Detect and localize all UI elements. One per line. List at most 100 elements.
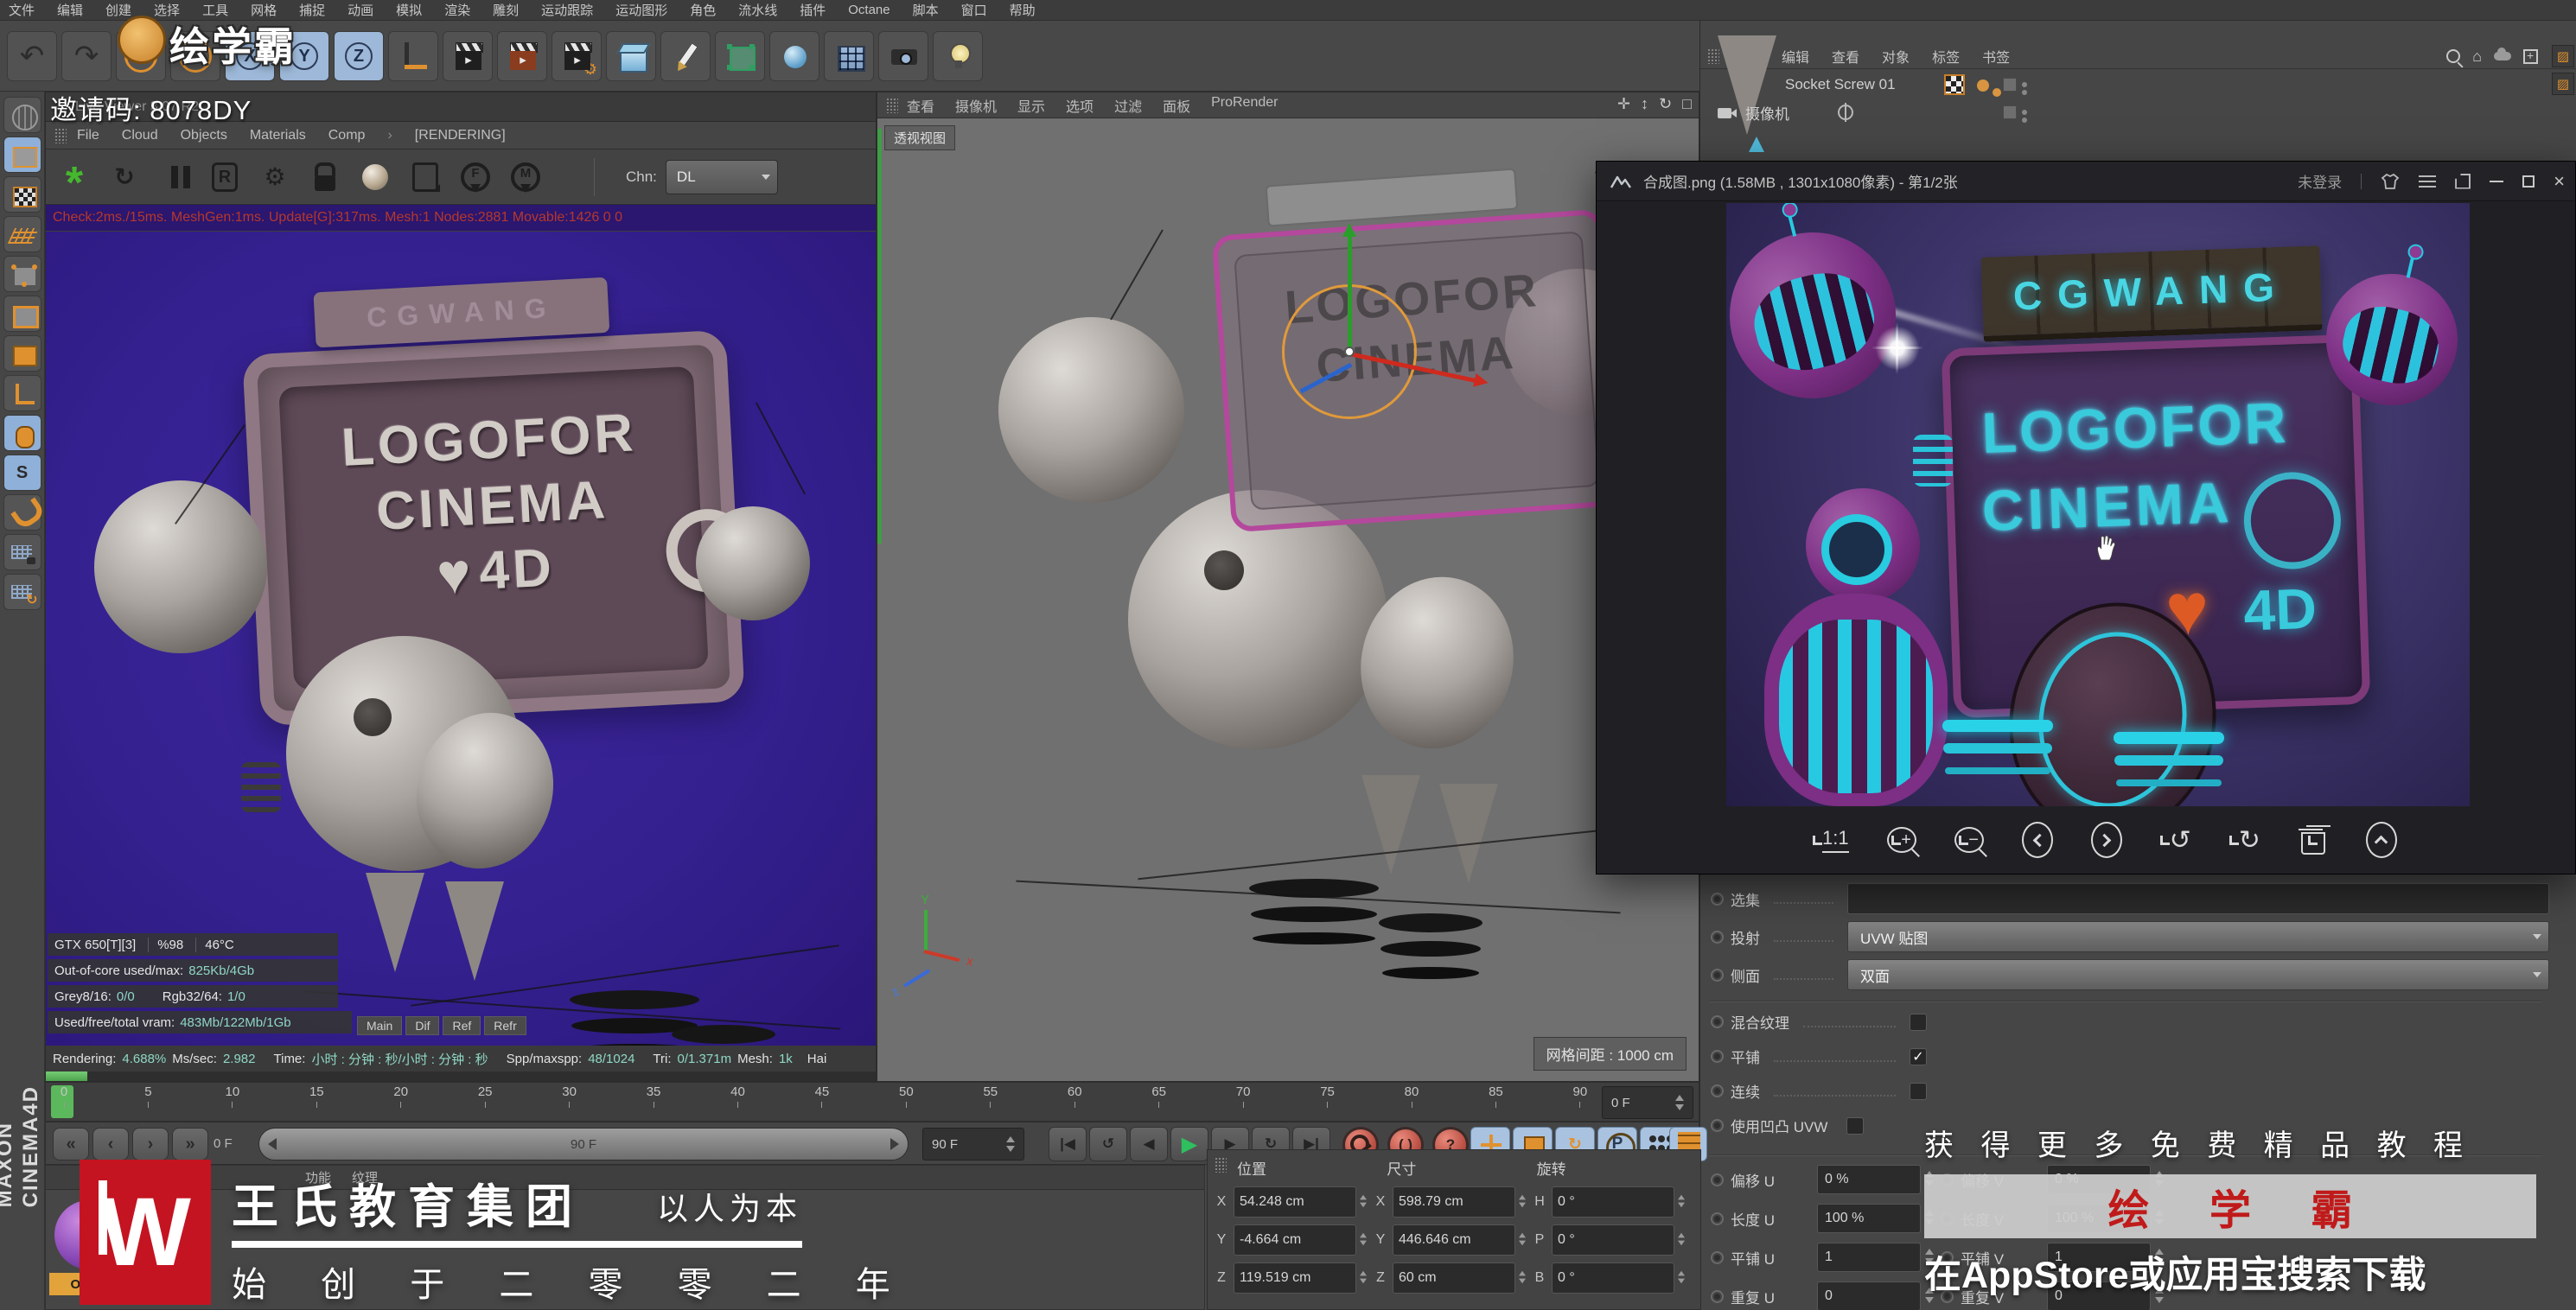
zoom-1to1-button[interactable]: 1:1	[1813, 823, 1849, 857]
u-value-field[interactable]: 100 %	[1817, 1204, 1921, 1233]
octane-menu-item[interactable]: Objects	[181, 128, 227, 143]
viewport-menu-item[interactable]: 摄像机	[955, 95, 997, 116]
radio-icon[interactable]	[1711, 1050, 1724, 1063]
viewport-menu-item[interactable]: ProRender	[1211, 95, 1278, 116]
light-button[interactable]	[933, 31, 983, 81]
u-value-field[interactable]: 1	[1817, 1243, 1921, 1272]
volume-sphere-button[interactable]	[769, 31, 819, 81]
pass-tab[interactable]: Main	[357, 1016, 402, 1035]
redo-icon[interactable]: ↷	[61, 31, 112, 81]
stepper-icon[interactable]	[1006, 1136, 1015, 1152]
render-settings-button[interactable]: ⚙	[552, 31, 602, 81]
perspective-viewport[interactable]: 查看摄像机显示选项过滤面板ProRender ✛↕↻□ 透视视图 LOGOFOR…	[877, 92, 1699, 1082]
radio-icon[interactable]	[1711, 893, 1724, 906]
rotation-field[interactable]: 0 °	[1552, 1224, 1674, 1256]
menu-item[interactable]: Octane	[848, 3, 889, 17]
goto-start-button[interactable]: |◀	[1049, 1127, 1087, 1161]
visibility-dots[interactable]	[2003, 105, 2027, 119]
position-field[interactable]: 54.248 cm	[1234, 1186, 1356, 1218]
menu-item[interactable]: 创建	[105, 1, 131, 19]
object-manager-menu-item[interactable]: 标签	[1932, 46, 1960, 67]
stepper-icon[interactable]	[1360, 1195, 1367, 1207]
minimize-icon[interactable]	[2490, 181, 2503, 182]
pass-tab[interactable]: Dif	[405, 1016, 439, 1035]
octane-menu-item[interactable]: Materials	[250, 128, 306, 143]
channel-select[interactable]: DL	[666, 160, 778, 194]
octane-menu-item[interactable]: Cloud	[122, 128, 158, 143]
radio-icon[interactable]	[1711, 969, 1724, 982]
focus-picker-icon[interactable]: F	[459, 161, 492, 194]
menu-item[interactable]: 帮助	[1010, 1, 1036, 19]
camera-button[interactable]	[878, 31, 928, 81]
side-select[interactable]: 双面	[1847, 959, 2549, 990]
axis-mode-icon[interactable]	[3, 375, 41, 411]
radio-icon[interactable]	[1711, 1173, 1724, 1186]
prev-image-icon[interactable]	[2022, 822, 2053, 858]
radio-icon[interactable]	[1711, 1084, 1724, 1097]
edges-mode-icon[interactable]	[3, 296, 41, 332]
fullscreen-icon[interactable]	[2455, 174, 2471, 189]
menu-item[interactable]: 雕刻	[493, 1, 519, 19]
lock-workplane-icon[interactable]	[3, 534, 41, 570]
workplane-icon[interactable]	[3, 216, 41, 252]
viewport-menu-item[interactable]: 查看	[907, 95, 934, 116]
stepper-icon[interactable]	[1675, 1095, 1684, 1110]
preview-range-slider[interactable]: 90 F	[258, 1128, 909, 1161]
menu-item[interactable]: 插件	[800, 1, 826, 19]
visibility-dots[interactable]	[2003, 78, 2027, 92]
radio-icon[interactable]	[1711, 931, 1724, 944]
theme-skin-icon[interactable]	[2381, 173, 2400, 190]
viewport-menu-item[interactable]: 显示	[1017, 95, 1045, 116]
primitive-cube-button[interactable]	[606, 31, 656, 81]
u-value-field[interactable]: 0	[1817, 1281, 1921, 1310]
render-view-button[interactable]	[443, 31, 493, 81]
zoom-in-icon[interactable]: +	[1887, 827, 1916, 853]
menu-item[interactable]: 脚本	[913, 1, 939, 19]
octane-render-view[interactable]: CGWANG LOGOFOR CINEMA ♥4D GTX 650[T][3]%…	[46, 232, 876, 1081]
coord-system-button[interactable]	[388, 31, 438, 81]
tile-checkbox[interactable]: ✓	[1910, 1048, 1927, 1065]
menu-item[interactable]: 运动跟踪	[541, 1, 593, 19]
range-grip-right[interactable]	[890, 1138, 899, 1150]
viewport-rotate-icon[interactable]: ↻	[1659, 95, 1672, 113]
menu-item[interactable]: 角色	[690, 1, 716, 19]
panel-grip-icon[interactable]	[886, 98, 898, 113]
material-ball-icon[interactable]	[359, 161, 392, 194]
radio-icon[interactable]	[1711, 1251, 1724, 1264]
selection-input[interactable]	[1847, 883, 2549, 914]
material-picker-icon[interactable]: M	[509, 161, 542, 194]
next-image-icon[interactable]	[2091, 822, 2122, 858]
timeline-nav-next-button[interactable]: ›	[132, 1128, 169, 1161]
rotate-ccw-icon[interactable]: ↺	[2160, 823, 2191, 857]
delete-image-icon[interactable]	[2299, 825, 2328, 855]
magnet-icon[interactable]	[3, 494, 41, 531]
range-end-field[interactable]: 90 F	[922, 1128, 1024, 1161]
planar-workplane-icon[interactable]	[3, 574, 41, 610]
rotate-cw-icon[interactable]: ↻	[2229, 823, 2260, 857]
object-row[interactable]: 摄像机	[1700, 99, 2576, 126]
stepper-icon[interactable]	[1519, 1195, 1526, 1207]
object-manager-menu-item[interactable]: 编辑	[1782, 46, 1809, 67]
snap-icon[interactable]: S	[3, 455, 41, 491]
timeline-nav-prev-button[interactable]: ‹	[92, 1128, 129, 1161]
viewer-titlebar[interactable]: 合成图.png (1.58MB , 1301x1080像素) - 第1/2张 未…	[1597, 162, 2575, 201]
search-icon[interactable]	[2446, 49, 2460, 63]
stepper-icon[interactable]	[1678, 1271, 1685, 1283]
octane-menu-item[interactable]: Comp	[328, 128, 366, 143]
menu-item[interactable]: 编辑	[57, 1, 83, 19]
size-field[interactable]: 598.79 cm	[1393, 1186, 1515, 1218]
viewport-move-icon[interactable]: ✛	[1617, 95, 1630, 113]
y-axis-handle[interactable]	[1348, 235, 1352, 352]
close-icon[interactable]: ×	[2554, 172, 2565, 191]
object-manager-menu-item[interactable]: 查看	[1832, 46, 1859, 67]
timeline-nav-last-button[interactable]: »	[172, 1128, 208, 1161]
collapse-toolbar-icon[interactable]	[2366, 822, 2397, 858]
menu-item[interactable]: 动画	[348, 1, 373, 19]
add-panel-icon[interactable]	[2523, 49, 2538, 64]
u-value-field[interactable]: 0 %	[1817, 1165, 1921, 1194]
object-row[interactable]: Socket Screw 01	[1700, 71, 2576, 99]
panel-grip-icon[interactable]	[1215, 1157, 1227, 1173]
viewport-menu-item[interactable]: 过滤	[1114, 95, 1142, 116]
undo-icon[interactable]: ↶	[7, 31, 57, 81]
menu-item[interactable]: 运动图形	[615, 1, 667, 19]
